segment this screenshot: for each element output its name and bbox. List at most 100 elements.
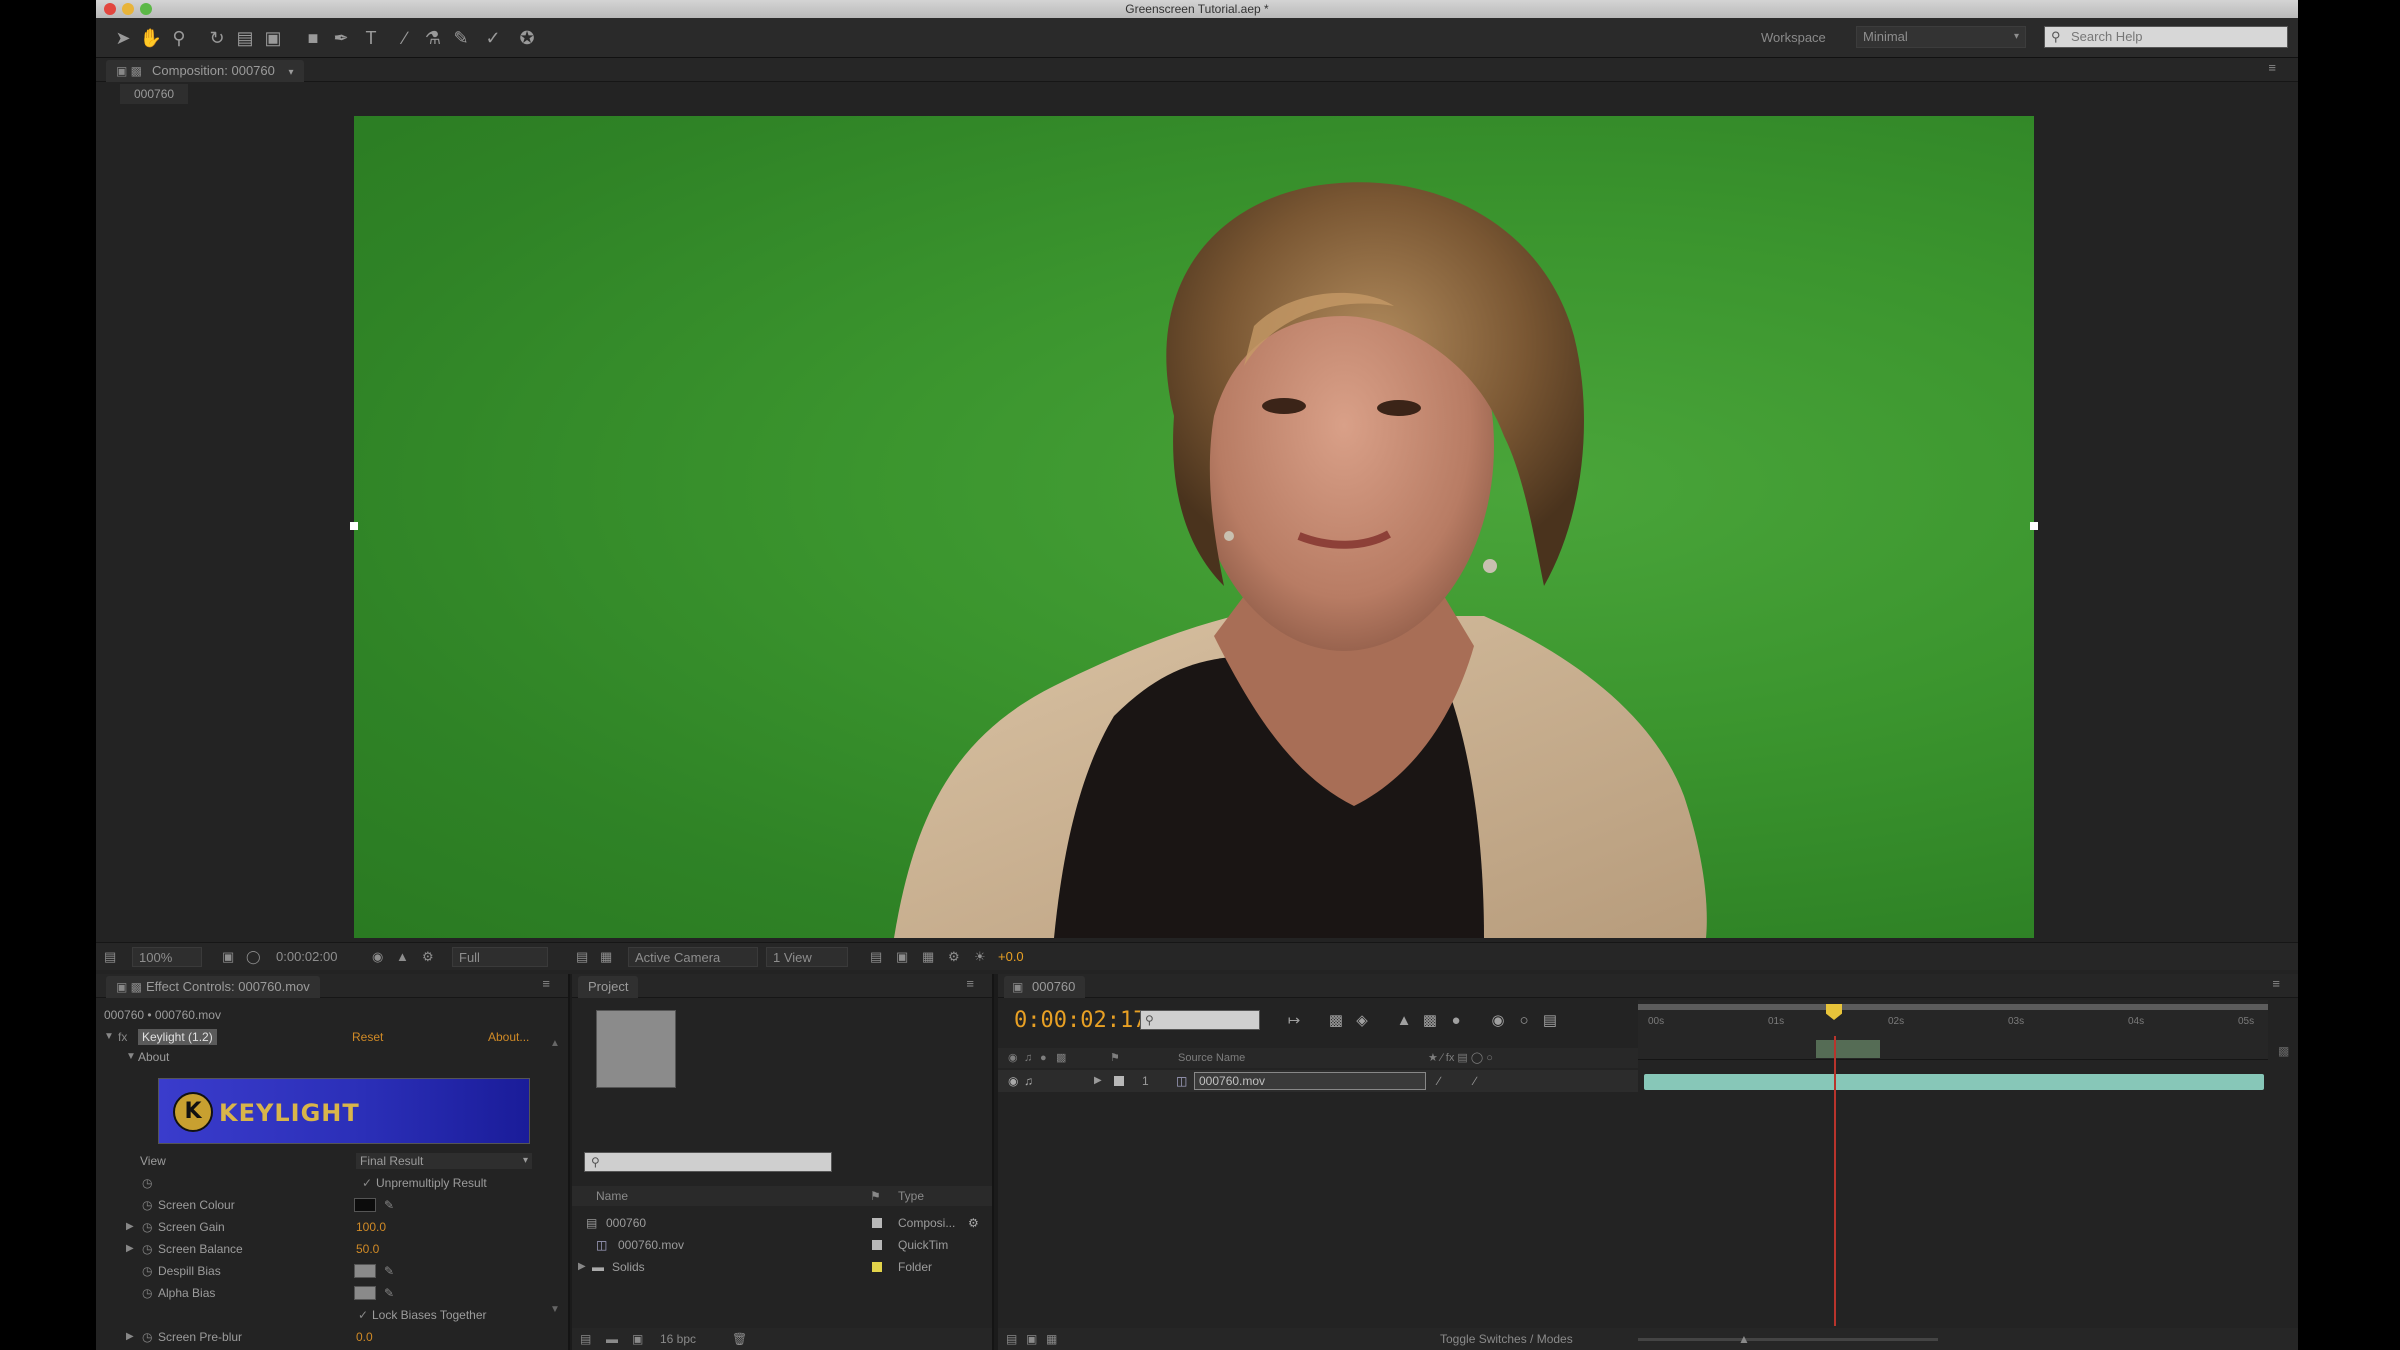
color-channel-icon[interactable]: ⚙ <box>422 947 434 967</box>
current-time-display[interactable]: 0:00:02:00 <box>276 947 337 967</box>
text-tool-icon[interactable]: T <box>358 26 384 50</box>
solo-switch-icon[interactable]: ● <box>1040 1048 1047 1068</box>
fx-icon[interactable]: fx <box>118 1026 127 1048</box>
new-folder-icon[interactable]: ▬ <box>606 1328 618 1350</box>
transparency-grid-icon[interactable]: ▦ <box>600 947 612 967</box>
trash-icon[interactable]: 🗑 <box>732 1328 747 1350</box>
twirl-right-icon[interactable]: ▶ <box>578 1256 586 1278</box>
show-snapshot-icon[interactable]: ▲ <box>396 947 409 967</box>
scroll-down-icon[interactable]: ▼ <box>550 1304 560 1315</box>
panel-menu-icon[interactable]: ≡ <box>966 976 974 991</box>
column-type[interactable]: Type <box>898 1186 924 1206</box>
hide-shy-layers-icon[interactable]: ▲ <box>1392 1010 1416 1032</box>
interpret-footage-icon[interactable]: ▤ <box>580 1328 591 1350</box>
selection-tool-icon[interactable]: ➤ <box>110 26 136 50</box>
view-select[interactable]: Final Result ▾ <box>356 1153 532 1169</box>
zoom-window-button[interactable] <box>140 3 152 15</box>
stopwatch-icon[interactable]: ◷ <box>142 1216 152 1238</box>
fast-previews-icon[interactable]: ▣ <box>896 947 908 967</box>
exposure-reset-icon[interactable]: ☀ <box>974 947 986 967</box>
stopwatch-icon[interactable]: ◷ <box>142 1260 152 1282</box>
region-of-interest-icon[interactable]: ▤ <box>576 947 588 967</box>
comp-button-icon[interactable]: ▩ <box>2278 1044 2289 1058</box>
stopwatch-icon[interactable]: ◷ <box>142 1282 152 1304</box>
alpha-bias-swatch[interactable] <box>354 1286 376 1300</box>
label-column-icon[interactable]: ⚑ <box>870 1186 881 1206</box>
composition-viewer[interactable] <box>350 116 2038 938</box>
search-help-input[interactable]: ⚲ Search Help <box>2044 26 2288 48</box>
lock-biases-checkbox[interactable]: ✓ <box>358 1304 368 1326</box>
screen-balance-value[interactable]: 50.0 <box>356 1238 379 1260</box>
tab-effect-controls[interactable]: ▣ ▩ Effect Controls: 000760.mov <box>106 976 320 998</box>
layer-duration-bar[interactable] <box>1644 1074 2264 1090</box>
layer-name-field[interactable]: 000760.mov <box>1194 1072 1426 1090</box>
always-preview-icon[interactable]: ▤ <box>104 947 116 967</box>
timeline-layer-row[interactable]: ◉ ♫ ▶ 1 ◫ 000760.mov ∕ ∕ <box>998 1070 1638 1092</box>
video-visibility-icon[interactable]: ◉ <box>1008 1070 1018 1092</box>
brainstorm-icon[interactable]: ◉ <box>1486 1010 1510 1032</box>
work-area-highlight[interactable] <box>1816 1040 1880 1058</box>
playhead-line[interactable] <box>1834 1036 1836 1326</box>
panel-menu-icon[interactable]: ≡ <box>2268 60 2276 75</box>
live-update-icon[interactable]: ▩ <box>1324 1010 1348 1032</box>
new-composition-icon[interactable]: ▣ <box>632 1328 643 1350</box>
eyedropper-icon[interactable]: ✎ <box>384 1194 394 1216</box>
pan-behind-tool-icon[interactable]: ▣ <box>260 26 286 50</box>
tab-composition[interactable]: ▣ ▩ Composition: 000760 ▾ <box>106 60 304 82</box>
project-item-row[interactable]: ◫ 000760.mov QuickTim <box>572 1234 992 1256</box>
zoom-tool-icon[interactable]: ⚲ <box>166 26 192 50</box>
graph-editor-icon[interactable]: ▤ <box>1538 1010 1562 1032</box>
composition-sub-tab[interactable]: 000760 <box>120 84 189 104</box>
project-search-input[interactable]: ⚲ <box>584 1152 832 1172</box>
eraser-tool-icon[interactable]: ✎ <box>448 26 474 50</box>
camera-view-select[interactable]: Active Camera <box>628 947 758 967</box>
current-time-display[interactable]: 0:00:02:17 <box>1014 1008 1146 1033</box>
comp-mini-flowchart-icon[interactable]: ↦ <box>1282 1010 1306 1032</box>
label-color-swatch[interactable] <box>872 1218 882 1228</box>
workspace-select[interactable]: Minimal ▾ <box>1856 26 2026 48</box>
frame-blending-icon[interactable]: ▩ <box>1418 1010 1442 1032</box>
roto-brush-tool-icon[interactable]: ✓ <box>480 26 506 50</box>
despill-bias-swatch[interactable] <box>354 1264 376 1278</box>
eyedropper-icon[interactable]: ✎ <box>384 1260 394 1282</box>
shape-tool-icon[interactable]: ■ <box>300 26 326 50</box>
motion-blur-icon[interactable]: ● <box>1444 1010 1468 1032</box>
effect-name[interactable]: Keylight (1.2) <box>138 1029 217 1045</box>
effect-switch-icon[interactable]: ∕ <box>1474 1070 1476 1092</box>
puppet-tool-icon[interactable]: ✪ <box>514 26 540 50</box>
expand-transfer-controls-icon[interactable]: ▣ <box>1026 1328 1037 1350</box>
snapshot-icon[interactable]: ◉ <box>372 947 383 967</box>
toggle-pixel-aspect-icon[interactable]: ▤ <box>870 947 882 967</box>
camera-tool-icon[interactable]: ▤ <box>232 26 258 50</box>
tab-project[interactable]: Project <box>578 976 639 998</box>
mask-visibility-icon[interactable]: ◯ <box>246 947 261 967</box>
shy-switch-icon[interactable]: ∕ <box>1438 1070 1440 1092</box>
view-layout-select[interactable]: 1 View <box>766 947 848 967</box>
tab-timeline-000760[interactable]: ▣ 000760 <box>1004 976 1086 998</box>
screen-pre-blur-value[interactable]: 0.0 <box>356 1326 373 1348</box>
twirl-right-icon[interactable]: ▶ <box>1094 1070 1102 1092</box>
twirl-down-icon[interactable]: ▼ <box>104 1026 114 1048</box>
label-column-icon[interactable]: ⚑ <box>1110 1048 1120 1068</box>
layer-handle-left[interactable] <box>350 522 358 530</box>
safe-margins-icon[interactable]: ▣ <box>222 947 234 967</box>
clone-stamp-tool-icon[interactable]: ⚗ <box>420 26 446 50</box>
brush-tool-icon[interactable]: ∕ <box>392 26 418 50</box>
timeline-search-input[interactable]: ⚲ <box>1140 1010 1260 1030</box>
resolution-select[interactable]: Full <box>452 947 548 967</box>
panel-menu-icon[interactable]: ≡ <box>2272 976 2280 991</box>
column-name[interactable]: Name <box>596 1186 628 1206</box>
screen-colour-swatch[interactable] <box>354 1198 376 1212</box>
stopwatch-icon[interactable]: ◷ <box>142 1326 152 1348</box>
expand-in-out-icon[interactable]: ▦ <box>1046 1328 1057 1350</box>
label-color-swatch[interactable] <box>872 1240 882 1250</box>
flowchart-icon[interactable]: ⚙ <box>968 1212 979 1234</box>
video-switch-icon[interactable]: ◉ <box>1008 1048 1018 1068</box>
magnification-select[interactable]: 100% <box>132 947 202 967</box>
stopwatch-icon[interactable]: ◷ <box>142 1194 152 1216</box>
reset-link[interactable]: Reset <box>352 1026 383 1048</box>
layer-handle-right[interactable] <box>2030 522 2038 530</box>
zoom-slider-icon[interactable]: ▲ <box>1738 1328 1750 1350</box>
column-source-name[interactable]: Source Name <box>1178 1048 1245 1068</box>
scroll-up-icon[interactable]: ▲ <box>550 1038 560 1049</box>
